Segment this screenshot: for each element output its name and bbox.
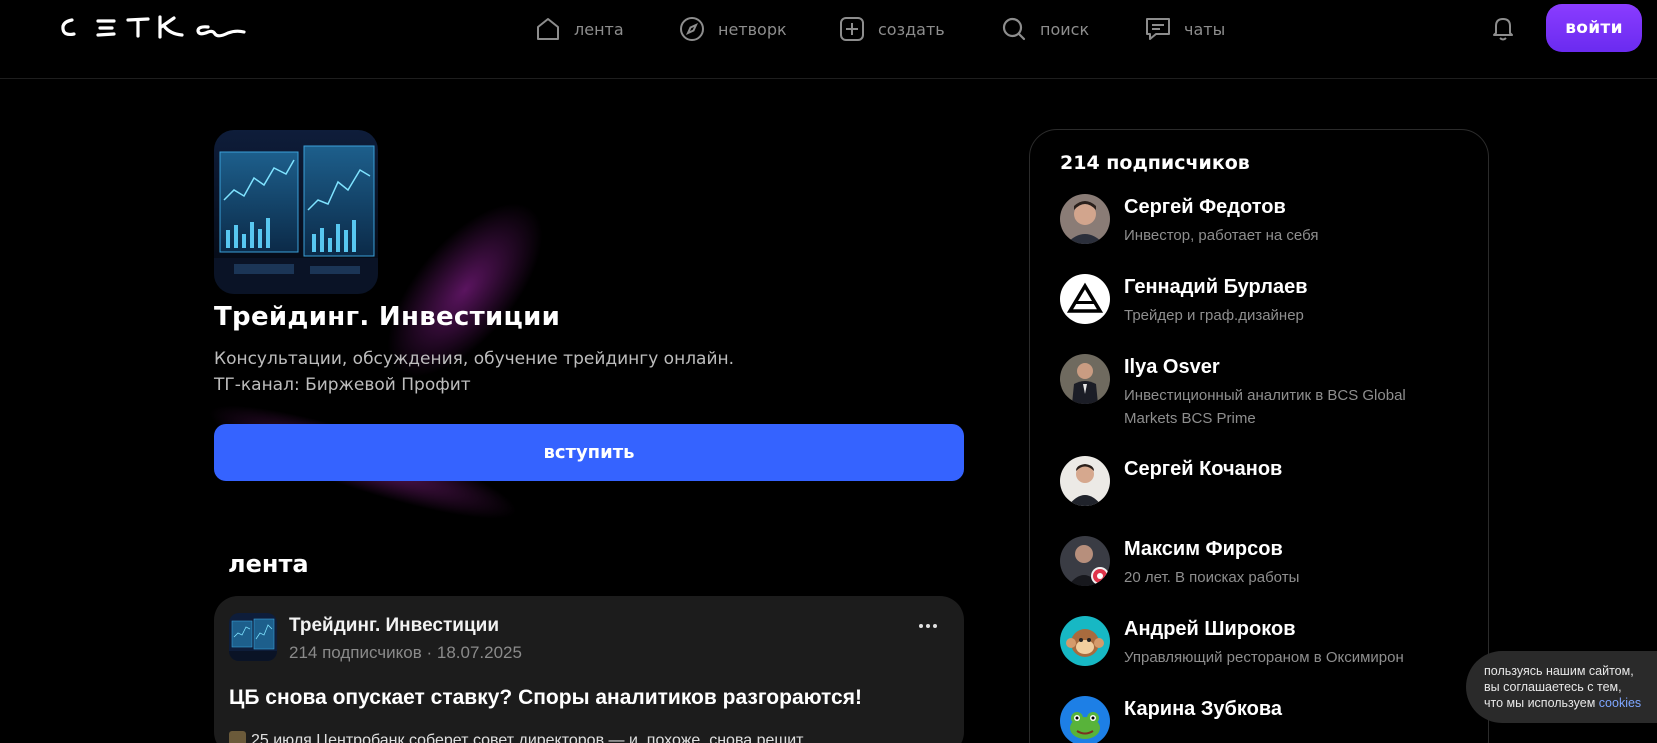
cookie-text-line: вы соглашаетесь с тем, (1484, 680, 1622, 694)
subscriber-name: Геннадий Бурлаев (1124, 276, 1308, 298)
group-description: Консультации, обсуждения, обучение трейд… (214, 346, 734, 398)
subscriber-role: Управляющий рестораном в Оксимирон (1124, 649, 1404, 666)
post-text-content: 25 июля Центробанк соберет совет директо… (251, 732, 804, 743)
subscriber-role: 20 лет. В поисках работы (1124, 569, 1300, 586)
search-icon (1000, 15, 1028, 43)
login-button[interactable]: войти (1546, 4, 1642, 52)
cookies-link[interactable]: cookies (1599, 696, 1641, 710)
nav-search[interactable]: поиск (1000, 15, 1089, 43)
post-text: 25 июля Центробанк соберет совет директо… (229, 731, 804, 743)
group-description-line: ТГ-канал: Биржевой Профит (214, 375, 471, 395)
subscriber-name: Ilya Osver (1124, 356, 1220, 378)
post-card[interactable]: Трейдинг. Инвестиции 214 подписчиков · 1… (214, 596, 964, 743)
nav-feed-label: лента (574, 19, 624, 39)
nav-network-label: нетворк (718, 19, 787, 39)
compass-icon (678, 15, 706, 43)
avatar (1060, 354, 1110, 404)
top-header: лента нетворк создать поиск чаты войти (0, 0, 1657, 79)
feed-heading: лента (228, 550, 309, 578)
nav-network[interactable]: нетворк (678, 15, 787, 43)
post-meta: 214 подписчиков · 18.07.2025 (289, 643, 522, 662)
avatar (1060, 536, 1110, 586)
group-cover-image (214, 130, 378, 294)
subscriber-role: Инвестиционный аналитик в BCS Global Mar… (1124, 387, 1406, 427)
group-description-line: Консультации, обсуждения, обучение трейд… (214, 349, 735, 369)
subscriber-name: Карина Зубкова (1124, 698, 1282, 720)
subscriber-role: Инвестор, работает на себя (1124, 227, 1319, 244)
setka-logo[interactable] (58, 12, 248, 42)
avatar (1060, 456, 1110, 506)
post-author-avatar[interactable] (229, 613, 277, 661)
subscriber-role: Трейдер и граф.дизайнер (1124, 307, 1304, 324)
bell-icon[interactable] (1489, 14, 1517, 42)
subscribers-panel: 214 подписчиков Сергей Федотов Инвестор,… (1029, 129, 1489, 743)
chat-icon (1144, 15, 1172, 43)
cookie-text-line: пользуясь нашим сайтом, (1484, 664, 1634, 678)
subscriber-name: Сергей Кочанов (1124, 458, 1283, 480)
cookie-banner: пользуясь нашим сайтом, вы соглашаетесь … (1466, 651, 1657, 723)
calendar-emoji-icon (229, 731, 246, 743)
nav-search-label: поиск (1040, 19, 1090, 39)
nav-create-label: создать (878, 19, 945, 39)
avatar (1060, 616, 1110, 666)
post-author-name[interactable]: Трейдинг. Инвестиции (289, 615, 499, 637)
home-icon (534, 15, 562, 43)
avatar (1060, 696, 1110, 743)
nav-feed[interactable]: лента (534, 15, 624, 43)
subscriber-name: Андрей Широков (1124, 618, 1296, 640)
nav-chats[interactable]: чаты (1144, 15, 1225, 43)
nav-chats-label: чаты (1184, 19, 1226, 39)
avatar (1060, 274, 1110, 324)
subscriber-name: Максим Фирсов (1124, 538, 1283, 560)
plus-square-icon (838, 15, 866, 43)
nav-create[interactable]: создать (838, 15, 945, 43)
subscriber-name: Сергей Федотов (1124, 196, 1286, 218)
group-title: Трейдинг. Инвестиции (214, 302, 561, 332)
more-options-icon[interactable] (914, 616, 942, 636)
subscribers-count-title[interactable]: 214 подписчиков (1060, 152, 1250, 174)
join-button[interactable]: вступить (214, 424, 964, 481)
post-title[interactable]: ЦБ снова опускает ставку? Споры аналитик… (229, 686, 862, 710)
avatar (1060, 194, 1110, 244)
cookie-text-line: что мы используем cookies (1484, 696, 1642, 710)
